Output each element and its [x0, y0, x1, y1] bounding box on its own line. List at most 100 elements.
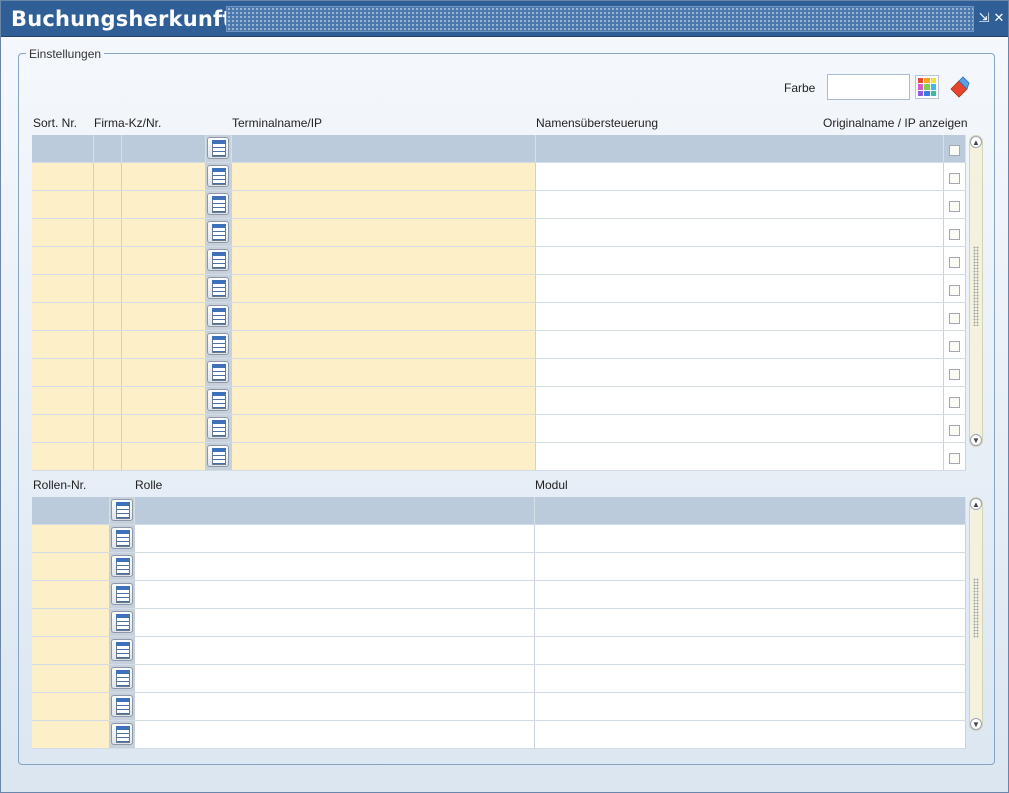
terminal-table-scrollbar[interactable]: ▲ ▼	[969, 135, 983, 447]
namensuebersteuerung-cell[interactable]	[535, 414, 944, 443]
modul-cell[interactable]	[534, 552, 966, 581]
namensuebersteuerung-cell[interactable]	[535, 358, 944, 387]
original-anzeigen-checkbox[interactable]	[948, 452, 960, 464]
modul-cell[interactable]	[534, 636, 966, 665]
rolle-cell[interactable]	[134, 720, 535, 749]
namensuebersteuerung-cell[interactable]	[535, 274, 944, 303]
rolle-cell[interactable]	[134, 692, 535, 721]
lookup-button-cell[interactable]	[205, 274, 232, 303]
lookup-button-cell[interactable]	[205, 218, 232, 247]
scroll-up-icon[interactable]: ▲	[970, 136, 982, 148]
anzeigen-checkbox-cell[interactable]	[943, 218, 966, 247]
lookup-list-icon[interactable]	[207, 193, 229, 215]
anzeigen-checkbox-cell[interactable]	[943, 414, 966, 443]
namensuebersteuerung-cell[interactable]	[535, 302, 944, 331]
scroll-down-icon[interactable]: ▼	[970, 718, 982, 730]
scroll-up-icon[interactable]: ▲	[970, 498, 982, 510]
lookup-button-cell[interactable]	[109, 664, 135, 693]
lookup-list-icon[interactable]	[207, 389, 229, 411]
color-palette-icon[interactable]	[915, 75, 939, 99]
modul-cell[interactable]	[534, 692, 966, 721]
original-anzeigen-checkbox[interactable]	[948, 228, 960, 240]
original-anzeigen-checkbox[interactable]	[948, 396, 960, 408]
lookup-button-cell[interactable]	[205, 330, 232, 359]
lookup-list-icon[interactable]	[207, 249, 229, 271]
namensuebersteuerung-cell[interactable]	[535, 190, 944, 219]
farbe-input[interactable]	[827, 74, 910, 100]
anzeigen-checkbox-cell[interactable]	[943, 358, 966, 387]
lookup-list-icon[interactable]	[110, 499, 133, 521]
rollen-table-scrollbar[interactable]: ▲ ▼	[969, 497, 983, 731]
namensuebersteuerung-cell[interactable]	[535, 246, 944, 275]
lookup-list-icon[interactable]	[207, 277, 229, 299]
anzeigen-checkbox-cell[interactable]	[943, 442, 966, 471]
lookup-list-icon[interactable]	[110, 555, 133, 577]
lookup-button-cell[interactable]	[109, 636, 135, 665]
title-bar[interactable]: Buchungsherkunft ⇲ ✕	[1, 1, 1008, 37]
lookup-list-icon[interactable]	[110, 695, 133, 717]
anzeigen-checkbox-cell[interactable]	[943, 190, 966, 219]
anzeigen-checkbox-cell[interactable]	[943, 135, 966, 163]
lookup-button-cell[interactable]	[109, 720, 135, 749]
lookup-button-cell[interactable]	[109, 692, 135, 721]
lookup-button-cell[interactable]	[205, 386, 232, 415]
namensuebersteuerung-cell[interactable]	[535, 218, 944, 247]
modul-cell[interactable]	[534, 664, 966, 693]
original-anzeigen-checkbox[interactable]	[948, 424, 960, 436]
namensuebersteuerung-cell[interactable]	[535, 135, 944, 163]
anzeigen-checkbox-cell[interactable]	[943, 274, 966, 303]
lookup-list-icon[interactable]	[207, 361, 229, 383]
original-anzeigen-checkbox[interactable]	[948, 172, 960, 184]
scrollbar-thumb[interactable]	[973, 578, 979, 638]
rolle-cell[interactable]	[134, 608, 535, 637]
lookup-button-cell[interactable]	[205, 414, 232, 443]
lookup-list-icon[interactable]	[110, 639, 133, 661]
lookup-button-cell[interactable]	[205, 358, 232, 387]
lookup-button-cell[interactable]	[205, 442, 232, 471]
lookup-list-icon[interactable]	[110, 723, 133, 745]
modul-cell[interactable]	[534, 580, 966, 609]
modul-cell[interactable]	[534, 608, 966, 637]
namensuebersteuerung-cell[interactable]	[535, 386, 944, 415]
anzeigen-checkbox-cell[interactable]	[943, 302, 966, 331]
lookup-list-icon[interactable]	[110, 611, 133, 633]
lookup-button-cell[interactable]	[205, 190, 232, 219]
scrollbar-thumb[interactable]	[973, 246, 979, 326]
rolle-cell[interactable]	[134, 636, 535, 665]
original-anzeigen-checkbox[interactable]	[948, 368, 960, 380]
lookup-list-icon[interactable]	[207, 417, 229, 439]
lookup-button-cell[interactable]	[109, 524, 135, 553]
lookup-list-icon[interactable]	[207, 305, 229, 327]
lookup-button-cell[interactable]	[205, 162, 232, 191]
modul-cell[interactable]	[534, 524, 966, 553]
anzeigen-checkbox-cell[interactable]	[943, 386, 966, 415]
rolle-cell[interactable]	[134, 524, 535, 553]
minimize-icon[interactable]: ⇲	[977, 10, 991, 26]
lookup-list-icon[interactable]	[207, 165, 229, 187]
lookup-button-cell[interactable]	[109, 552, 135, 581]
anzeigen-checkbox-cell[interactable]	[943, 330, 966, 359]
rolle-cell[interactable]	[134, 580, 535, 609]
lookup-list-icon[interactable]	[207, 137, 229, 159]
title-bar-drag-grip[interactable]	[226, 6, 974, 32]
lookup-list-icon[interactable]	[110, 527, 133, 549]
namensuebersteuerung-cell[interactable]	[535, 330, 944, 359]
lookup-button-cell[interactable]	[109, 497, 135, 525]
original-anzeigen-checkbox[interactable]	[948, 144, 960, 156]
rolle-cell[interactable]	[134, 497, 535, 525]
original-anzeigen-checkbox[interactable]	[948, 200, 960, 212]
lookup-list-icon[interactable]	[110, 583, 133, 605]
namensuebersteuerung-cell[interactable]	[535, 442, 944, 471]
anzeigen-checkbox-cell[interactable]	[943, 162, 966, 191]
lookup-list-icon[interactable]	[207, 221, 229, 243]
lookup-button-cell[interactable]	[205, 135, 232, 163]
lookup-button-cell[interactable]	[205, 246, 232, 275]
modul-cell[interactable]	[534, 497, 966, 525]
lookup-button-cell[interactable]	[205, 302, 232, 331]
lookup-button-cell[interactable]	[109, 608, 135, 637]
rolle-cell[interactable]	[134, 664, 535, 693]
lookup-list-icon[interactable]	[207, 445, 229, 467]
modul-cell[interactable]	[534, 720, 966, 749]
eraser-icon[interactable]	[947, 75, 971, 99]
namensuebersteuerung-cell[interactable]	[535, 162, 944, 191]
